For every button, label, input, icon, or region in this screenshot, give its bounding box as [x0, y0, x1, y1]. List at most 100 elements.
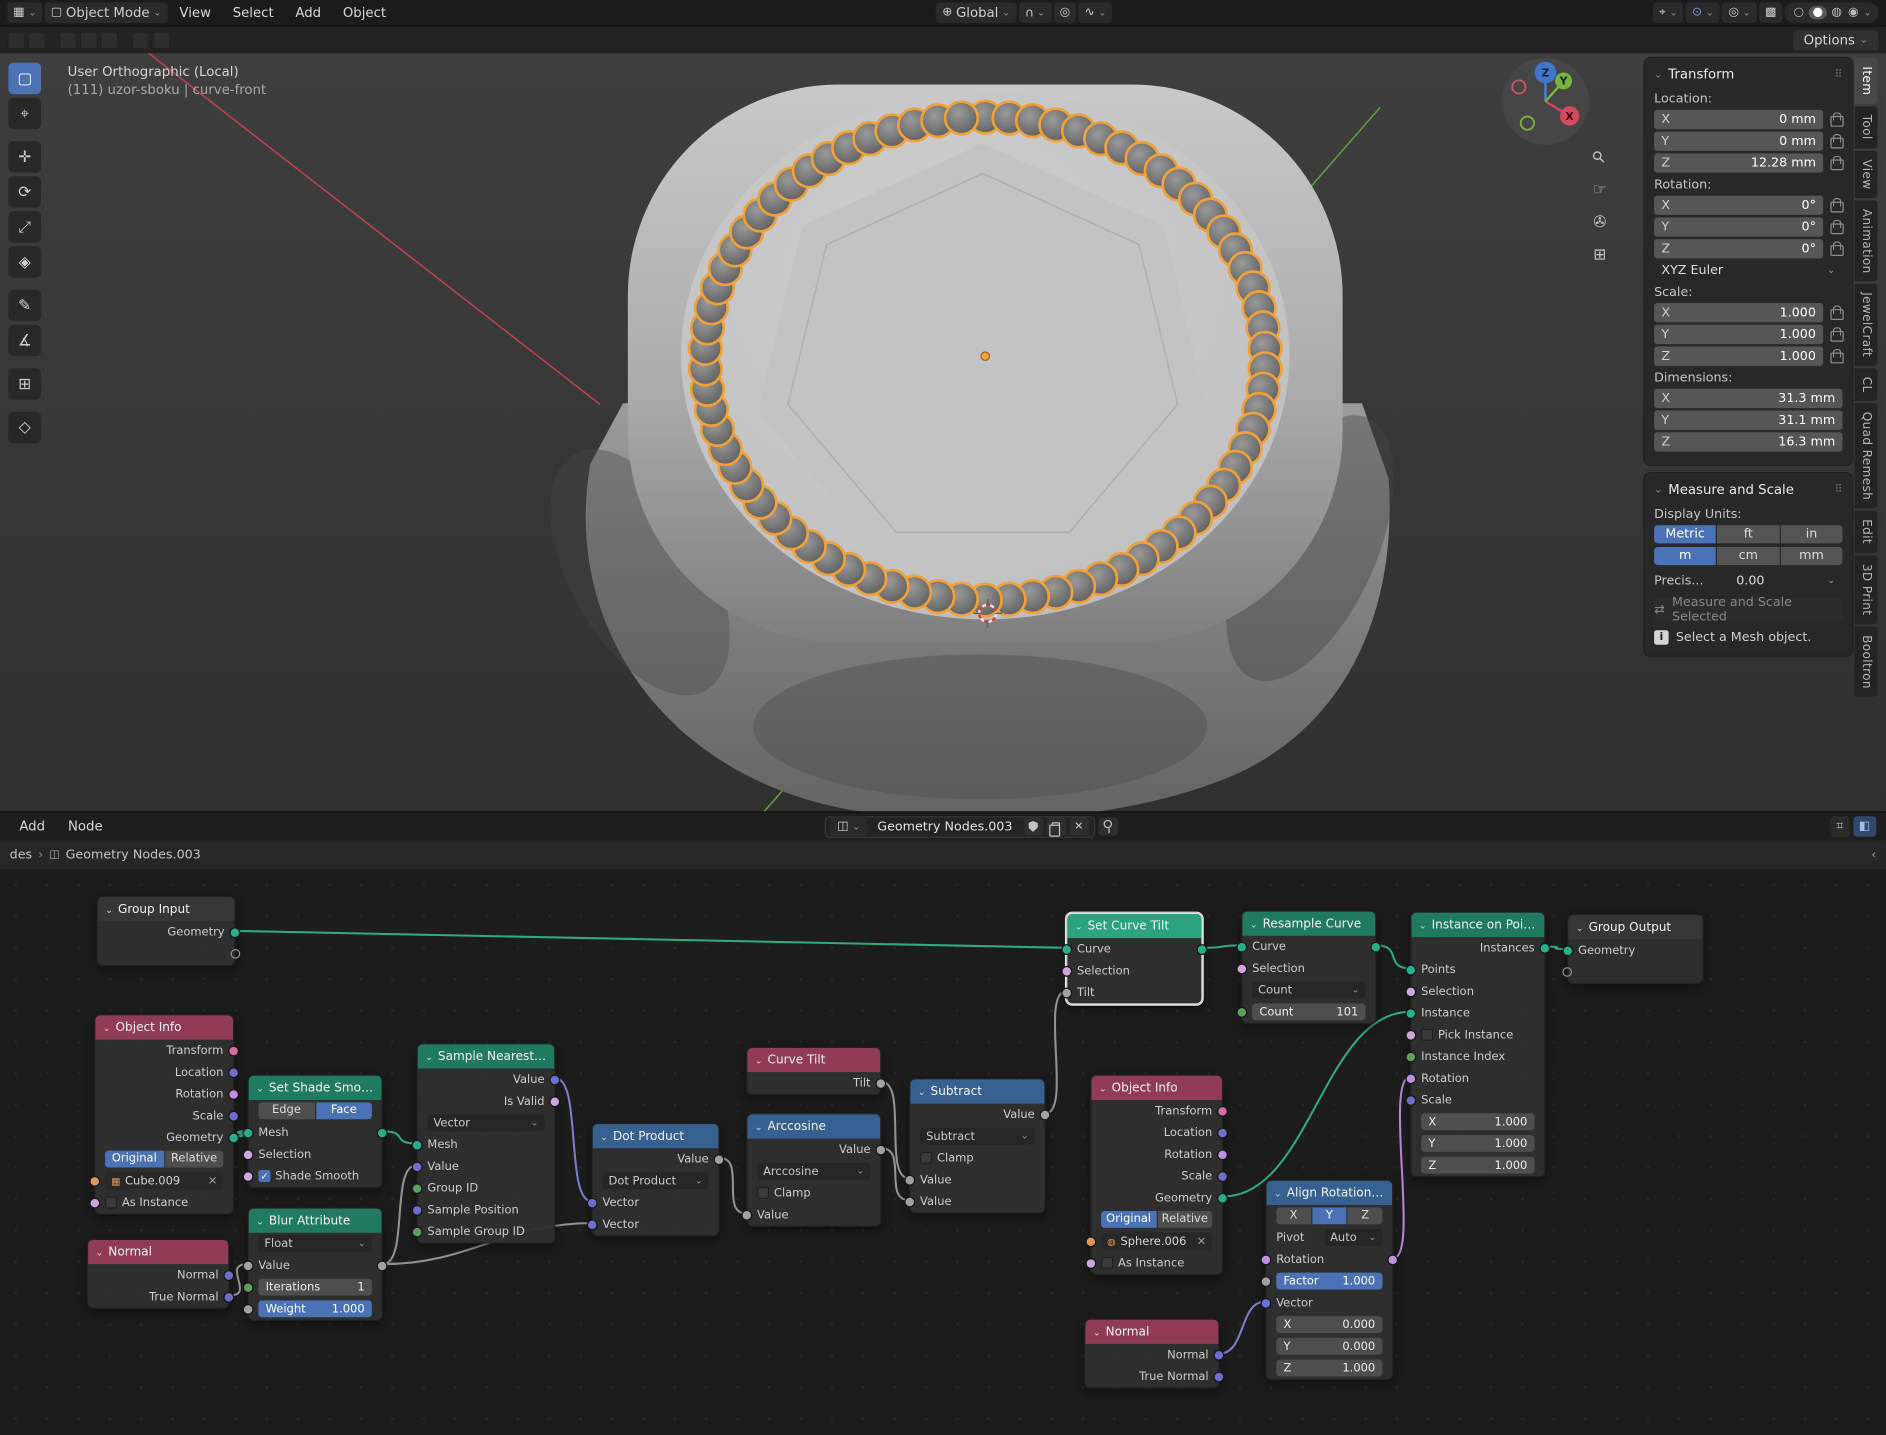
transform-panel-header[interactable]: ⌄ Transform ⠿: [1654, 64, 1842, 87]
node-set-shade-smooth[interactable]: ⌄ Set Shade Smooth Edge Face Mesh Selection ✓ S…: [242, 1074, 388, 1189]
node-enum-select[interactable]: Float ⌄: [258, 1235, 372, 1253]
offset-tool[interactable]: ◇: [8, 411, 42, 444]
input-socket[interactable]: [586, 1197, 598, 1209]
input-socket[interactable]: [242, 1170, 254, 1182]
lock-icon[interactable]: [1830, 133, 1844, 149]
output-socket[interactable]: [228, 1110, 240, 1122]
clear-object-icon[interactable]: ✕: [1197, 1235, 1207, 1248]
input-socket[interactable]: [1260, 1253, 1272, 1265]
output-socket[interactable]: [1039, 1108, 1051, 1120]
input-socket[interactable]: [1405, 1029, 1417, 1041]
vector-component-field[interactable]: Z 1.000: [1276, 1359, 1383, 1377]
collapse-icon[interactable]: ⌄: [103, 1022, 111, 1033]
output-socket[interactable]: [1196, 943, 1208, 955]
breadcrumb-root[interactable]: des: [10, 848, 32, 862]
node-normal-2[interactable]: ⌄ Normal Normal True Normal: [1084, 1318, 1225, 1389]
node-object-info-2[interactable]: ⌄ Object Info Transform Location Rotation Sca…: [1085, 1074, 1228, 1276]
proportional-falloff-select[interactable]: ∿ ⌄: [1078, 2, 1113, 23]
node-enum-select[interactable]: Dot Product ⌄: [602, 1172, 709, 1190]
gizmos-toggle[interactable]: ⊙ ⌄: [1686, 2, 1720, 23]
node-set-curve-tilt[interactable]: ⌄ Set Curve Tilt Curve Selection Tilt: [1061, 912, 1208, 1005]
toggle-face[interactable]: Face: [315, 1102, 372, 1120]
lock-icon[interactable]: [1830, 304, 1844, 321]
input-socket[interactable]: [904, 1174, 916, 1186]
input-socket[interactable]: [1061, 943, 1073, 955]
output-socket[interactable]: [228, 1131, 240, 1143]
measure-scale-selected-button[interactable]: ⇄ Measure and Scale Selected: [1654, 595, 1843, 624]
node-header[interactable]: ⌄ Object Info: [1091, 1075, 1222, 1100]
sidebar-tab-tool[interactable]: Tool: [1854, 106, 1878, 149]
input-socket[interactable]: [411, 1139, 423, 1151]
collapse-icon[interactable]: ⌄: [600, 1131, 608, 1142]
tool-settings-icon[interactable]: [27, 30, 46, 49]
tool-settings-icon[interactable]: [131, 30, 150, 49]
sidebar-tab-animation[interactable]: Animation: [1854, 199, 1878, 282]
scale-y-field[interactable]: Y 1.000: [1654, 324, 1824, 345]
transform-orientation-select[interactable]: ⊕ Global ⌄: [936, 2, 1017, 23]
input-socket[interactable]: [1085, 1235, 1097, 1247]
collapse-icon[interactable]: ⌄: [1075, 921, 1083, 932]
collapse-icon[interactable]: ⌄: [1099, 1082, 1107, 1093]
input-socket[interactable]: [1236, 941, 1248, 953]
node-normal-1[interactable]: ⌄ Normal Normal True Normal: [86, 1238, 235, 1309]
scale-tool[interactable]: ⤢: [8, 211, 42, 243]
lock-icon[interactable]: [1830, 348, 1844, 364]
pan-hand-icon[interactable]: ☞: [1589, 180, 1611, 202]
location-y-field[interactable]: Y0 mm: [1654, 131, 1824, 151]
input-socket[interactable]: [1405, 1094, 1417, 1106]
output-socket[interactable]: [549, 1095, 561, 1107]
node-align-rotation-to-vector[interactable]: ⌄Align Rotation to V...XYZPivotAuto⌄Rota…: [1260, 1179, 1399, 1381]
tool-settings-icon[interactable]: [152, 30, 171, 49]
lock-icon[interactable]: [1830, 219, 1844, 235]
collapse-icon[interactable]: ⌄: [256, 1215, 264, 1226]
node-overlays-button[interactable]: ◧: [1852, 816, 1877, 837]
node-subtract[interactable]: ⌄ Subtract Value Subtract ⌄ Clamp Value Value: [904, 1078, 1051, 1214]
editor-type-button[interactable]: ▦ ⌄: [7, 2, 43, 23]
input-socket[interactable]: [1260, 1275, 1272, 1287]
vector-component-field[interactable]: X 0.000: [1276, 1316, 1383, 1333]
sidebar-tab-view[interactable]: View: [1854, 150, 1878, 198]
node-header[interactable]: ⌄ Sample Nearest Surf...: [417, 1044, 555, 1069]
sidebar-tab-item[interactable]: Item: [1854, 57, 1878, 104]
node-header[interactable]: ⌄ Blur Attribute: [248, 1208, 382, 1233]
sidebar-tab-quad-remesh[interactable]: Quad Remesh: [1854, 403, 1878, 509]
output-socket[interactable]: [223, 1269, 235, 1281]
menu-object[interactable]: Object: [333, 4, 396, 22]
output-socket[interactable]: [875, 1077, 887, 1089]
node-header[interactable]: ⌄ Normal: [88, 1239, 229, 1265]
node-instance-on-points[interactable]: ⌄ Instance on Points Instances Points Select…: [1405, 911, 1551, 1178]
unit-system-in-button[interactable]: in: [1780, 525, 1843, 544]
output-socket[interactable]: [223, 1291, 235, 1303]
input-socket[interactable]: [1236, 1006, 1248, 1018]
shading-wireframe-button[interactable]: ○: [1792, 6, 1805, 19]
measure-tool[interactable]: ∡: [8, 324, 42, 357]
panel-grip-icon[interactable]: ⠿: [1835, 484, 1843, 496]
unit-cm-button[interactable]: cm: [1717, 546, 1780, 566]
clear-object-icon[interactable]: ✕: [208, 1174, 218, 1187]
scale-z-field[interactable]: Z 1.000: [1654, 346, 1824, 366]
collapse-icon[interactable]: ⌄: [1274, 1187, 1282, 1198]
vector-component-field[interactable]: Y 0.000: [1276, 1337, 1383, 1355]
rotation-z-field[interactable]: Z 0°: [1654, 239, 1824, 259]
vector-component-field[interactable]: X 1.000: [1421, 1113, 1535, 1131]
input-socket[interactable]: [242, 1303, 254, 1315]
output-socket[interactable]: [228, 1088, 240, 1100]
output-socket[interactable]: [1217, 1105, 1228, 1117]
node-sample-nearest-surface[interactable]: ⌄Sample Nearest Surf...ValueIs ValidVect…: [411, 1043, 561, 1244]
node-header[interactable]: ⌄ Group Input: [97, 897, 235, 922]
object-type-visibility-button[interactable]: ⌖ ⌄: [1652, 2, 1684, 23]
annotate-tool[interactable]: ✎: [8, 289, 42, 322]
unit-m-button[interactable]: m: [1654, 546, 1717, 566]
shading-material-button[interactable]: ◍: [1830, 6, 1843, 19]
node-group-output[interactable]: ⌄ Group Output Geometry: [1562, 914, 1704, 985]
collapse-icon[interactable]: ⌄: [1419, 919, 1427, 930]
output-socket[interactable]: [1387, 1253, 1399, 1265]
menu-add[interactable]: Add: [286, 4, 331, 22]
collapse-icon[interactable]: ⌄: [1250, 918, 1258, 929]
input-socket[interactable]: [904, 1195, 916, 1207]
node-header[interactable]: ⌄ Normal: [1085, 1319, 1219, 1344]
fake-user-button[interactable]: [1023, 817, 1043, 836]
sidebar-tab-edit[interactable]: Edit: [1854, 511, 1878, 553]
toggle-original[interactable]: Original: [105, 1150, 164, 1168]
camera-view-icon[interactable]: ✇: [1589, 213, 1611, 235]
